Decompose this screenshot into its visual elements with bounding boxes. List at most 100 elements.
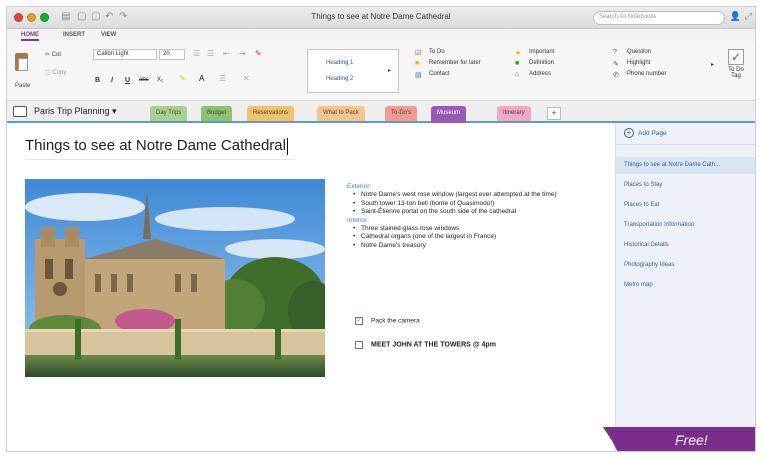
todo-tag-icon: ☑ [415,50,422,57]
tab-day-trips[interactable]: Day Trips [150,106,188,121]
interior-list: Three stained-glass rose windows Cathedr… [347,225,612,251]
page-title-text: Things to see at Notre Dame Cathedral [25,137,286,154]
tag-remember[interactable]: ■ Remember for later [415,60,481,71]
checkmark-icon: ✓ [728,49,744,65]
todo-label: Pack the camera [371,317,420,325]
tag-address[interactable]: ⌂ Address [515,71,554,82]
tag-label: Definition [529,60,555,66]
question-tag-icon: ? [613,49,617,56]
free-banner-text: Free! [675,432,708,448]
address-tag-icon: ⌂ [515,71,520,78]
search-input[interactable]: Search All Notebooks [593,11,725,25]
paste-label: Paste [15,83,31,89]
tag-label: To Do [429,49,445,55]
list-item: Three stained-glass rose windows [353,225,612,234]
todo-meet-john: MEET JOHN AT THE TOWERS @ 4pm [355,341,496,349]
indent-icon[interactable]: ⇥ [239,49,246,58]
outdent-icon[interactable]: ⇤ [223,49,230,58]
paste-button[interactable] [13,51,31,77]
page-item-photography-ideas[interactable]: Photography Ideas [616,257,755,274]
todo-label: MEET JOHN AT THE TOWERS @ 4pm [371,341,496,349]
tag-label: Phone number [627,71,667,77]
list-item: Notre Dame's west rose window (largest e… [353,191,612,200]
important-tag-icon: ★ [515,50,522,57]
add-icon: + [624,128,634,138]
cut-label: Cut [51,52,62,58]
tag-label: Important [529,49,555,55]
highlighter-icon[interactable]: ✎ [179,74,186,83]
tag-highlight[interactable]: ✎ Highlight [613,60,666,71]
page-item-places-to-eat[interactable]: Places to Eat [616,197,755,214]
tab-itinerary[interactable]: Itinerary [497,106,531,121]
page-item-metro-map[interactable]: Metro map [616,277,755,294]
todo-tag-button[interactable]: ✓ To Do Tag [723,49,749,79]
italic-button[interactable]: I [111,77,113,84]
tag-to-do[interactable]: ☑ To Do [415,49,481,60]
styles-more-icon[interactable]: ▸ [388,67,391,74]
numbering-icon[interactable]: ☰ [207,49,214,58]
tab-home[interactable]: HOME [21,32,39,41]
todo-checkbox-checked[interactable]: ✓ [355,315,363,325]
tag-definition[interactable]: ■ Definition [515,60,554,71]
remember-tag-icon: ■ [415,60,420,67]
tag-important[interactable]: ★ Important [515,49,554,60]
add-page-button[interactable]: + Add Page [616,123,755,145]
notre-dame-photo [25,179,325,377]
section-tabs-bar: Paris Trip Planning ▾ Day Trips Budget R… [7,101,755,123]
bullets-icon[interactable]: ☰ [193,49,200,58]
underline-button[interactable]: U [125,77,130,84]
tab-todos[interactable]: To-Do's [385,106,418,121]
tab-insert[interactable]: INSERT [63,32,85,38]
subscript-button[interactable]: X₂ [157,77,163,83]
title-divider [25,159,295,160]
tag-question[interactable]: ? Question [613,49,666,60]
page-item-historical-details[interactable]: Historical Details [616,237,755,254]
font-family-select[interactable]: Calibri Light [93,49,157,60]
page-title[interactable]: Things to see at Notre Dame Cathedral [25,137,288,155]
font-color-icon[interactable]: A [199,74,204,83]
styles-gallery[interactable]: Heading 1 Heading 2 ▸ [307,49,399,93]
tag-label: Contact [429,71,450,77]
tags-column-3: ? Question ✎ Highlight ✆ Phone number [613,49,666,82]
tags-column-1: ☑ To Do ■ Remember for later ▤ Contact [415,49,481,82]
todo-tag-label: To Do Tag [728,67,744,79]
share-icon[interactable]: 👤 [730,11,741,22]
page-item-places-to-stay[interactable]: Places to Stay [616,177,755,194]
notebook-title-text: Paris Trip Planning [34,106,110,116]
tab-museum[interactable]: Museum [431,106,467,123]
cut-button[interactable]: ✂ Cut [45,51,61,58]
bold-button[interactable]: B [95,77,100,84]
eraser-icon[interactable]: ✎ [255,49,262,58]
notre-dame-illustration [25,179,325,377]
todo-checkbox[interactable] [355,341,363,349]
style-heading-2[interactable]: Heading 2 [326,76,353,82]
tag-label: Remember for later [429,60,481,66]
copy-label: Copy [52,70,67,76]
title-bar: ▤ ▢ ▢ ↶ ↷ Things to see at Notre Dame Ca… [7,7,755,29]
tab-budget[interactable]: Budget [201,106,233,121]
font-size-select[interactable]: 20 [159,49,185,60]
definition-tag-icon: ■ [515,60,520,67]
align-icon[interactable]: ☰ [219,74,226,83]
tags-column-2: ★ Important ■ Definition ⌂ Address [515,49,554,82]
tab-reservations[interactable]: Reservations [247,106,295,121]
style-heading-1[interactable]: Heading 1 [326,60,353,66]
list-item: Notre Dame's treasury [353,242,612,251]
tag-phone[interactable]: ✆ Phone number [613,71,666,82]
tag-contact[interactable]: ▤ Contact [415,71,481,82]
notebook-icon[interactable] [13,106,27,117]
tab-what-to-pack[interactable]: What to Pack [317,106,365,121]
list-item: Saint-Étienne portal on the south side o… [353,208,612,217]
add-section-button[interactable]: + [547,107,561,120]
tags-more-icon[interactable]: ▸ [711,61,714,68]
copy-button[interactable]: ▢ Copy [45,69,66,76]
strikethrough-button[interactable]: abc [139,77,149,83]
fullscreen-icon[interactable]: ⤢ [745,11,752,22]
notebook-title[interactable]: Paris Trip Planning ▾ [34,106,117,117]
page-item-notre-dame[interactable]: Things to see at Notre Dame Cath... [616,157,755,174]
tab-view[interactable]: VIEW [101,32,116,38]
onenote-window: ▤ ▢ ▢ ↶ ↷ Things to see at Notre Dame Ca… [6,6,756,452]
clear-formatting-icon[interactable]: ✕ [243,74,250,83]
notes-outline[interactable]: Exterior: Notre Dame's west rose window … [347,183,612,250]
page-item-transportation[interactable]: Transportation Information [616,217,755,234]
